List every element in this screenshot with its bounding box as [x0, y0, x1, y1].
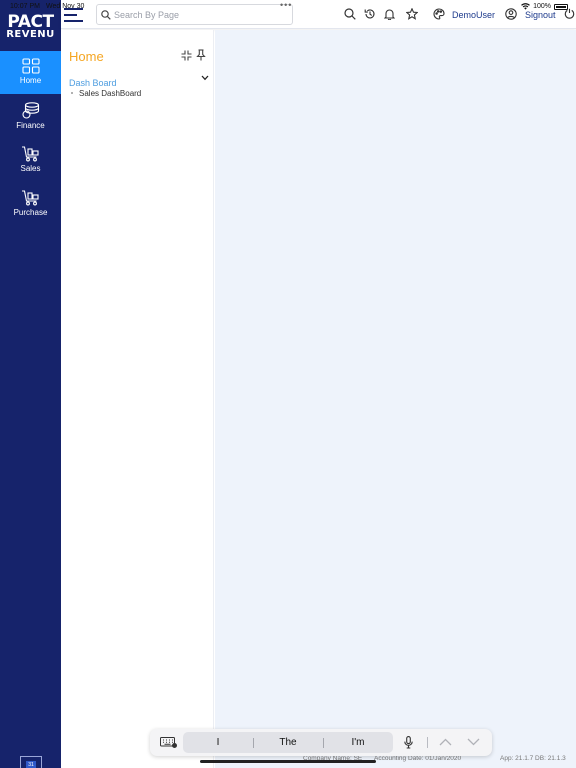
suggestion-strip: I The I'm — [183, 732, 393, 753]
nav-item-finance[interactable]: Finance — [0, 95, 61, 138]
nav-label-sales: Sales — [20, 164, 41, 173]
wifi-icon — [521, 3, 530, 10]
cart-icon — [21, 190, 39, 206]
search-box — [96, 4, 293, 25]
menu-item-sales-dashboard[interactable]: Sales DashBoard — [71, 89, 141, 98]
coins-stack-icon — [21, 102, 39, 119]
status-indicators: 100% — [521, 3, 568, 10]
left-nav: PACT REVENU Home Finance Sales Purchase — [0, 0, 61, 768]
side-panel: Home Dash Board Sales DashBoard — [61, 30, 214, 768]
suggestion-divider — [253, 738, 254, 748]
menu-item-label: Sales DashBoard — [79, 89, 142, 98]
battery-icon — [554, 3, 568, 10]
app-logo: PACT REVENU — [0, 14, 61, 50]
home-grid-icon — [21, 58, 40, 74]
keyboard-suggestion-bar: I The I'm — [150, 729, 492, 756]
nav-label-home: Home — [19, 76, 42, 85]
microphone-icon[interactable] — [404, 736, 413, 749]
group-label: Dash Board — [69, 78, 117, 88]
pin-icon[interactable] — [196, 49, 206, 61]
dashboard-group-toggle[interactable]: Dash Board — [69, 73, 209, 88]
user-avatar-icon[interactable] — [505, 8, 517, 20]
nav-label-purchase: Purchase — [13, 208, 48, 217]
suggestion-divider — [323, 738, 324, 748]
star-icon[interactable] — [406, 8, 418, 20]
status-time: 10:07 PM — [10, 3, 40, 10]
chevron-down-icon — [201, 75, 209, 81]
bullet-icon — [71, 91, 73, 94]
palette-icon[interactable] — [433, 8, 445, 20]
history-icon[interactable] — [364, 8, 376, 20]
chevron-up-icon[interactable] — [439, 738, 452, 746]
search-input[interactable] — [114, 7, 289, 23]
home-indicator[interactable] — [200, 760, 376, 763]
battery-percent: 100% — [533, 3, 551, 10]
calendar-icon[interactable]: 31 — [20, 756, 42, 768]
status-date: Wed Nov 30 — [46, 3, 85, 10]
suggestion-1[interactable]: I — [188, 737, 248, 748]
nav-label-finance: Finance — [16, 121, 45, 130]
top-header: DemoUser Signout — [61, 0, 576, 29]
keyboard-divider — [427, 737, 428, 748]
suggestion-2[interactable]: The — [258, 737, 318, 748]
nav-item-purchase[interactable]: Purchase — [0, 183, 61, 226]
suggestion-3[interactable]: I'm — [328, 737, 388, 748]
nav-item-sales[interactable]: Sales — [0, 139, 61, 182]
nav-item-home[interactable]: Home — [0, 51, 61, 94]
main-content — [215, 30, 576, 768]
bell-icon[interactable] — [384, 8, 395, 20]
search-icon — [101, 10, 111, 20]
collapse-icon[interactable] — [181, 50, 192, 61]
panel-title: Home — [69, 49, 104, 64]
chevron-down-icon[interactable] — [467, 738, 480, 746]
cart-icon — [21, 146, 39, 162]
footer-version: App: 21.1.7 DB: 21.1.3 — [500, 755, 566, 762]
multitask-dots[interactable]: ••• — [280, 0, 292, 10]
menu-toggle-icon[interactable] — [64, 8, 83, 22]
keyboard-icon[interactable] — [160, 737, 177, 748]
logo-line-2: REVENU — [6, 29, 55, 40]
user-name-link[interactable]: DemoUser — [452, 10, 495, 20]
footer-accounting-date: Accounting Date: 01/Jan/2020 — [374, 755, 462, 762]
search-icon[interactable] — [344, 8, 356, 20]
signout-link[interactable]: Signout — [525, 10, 556, 20]
